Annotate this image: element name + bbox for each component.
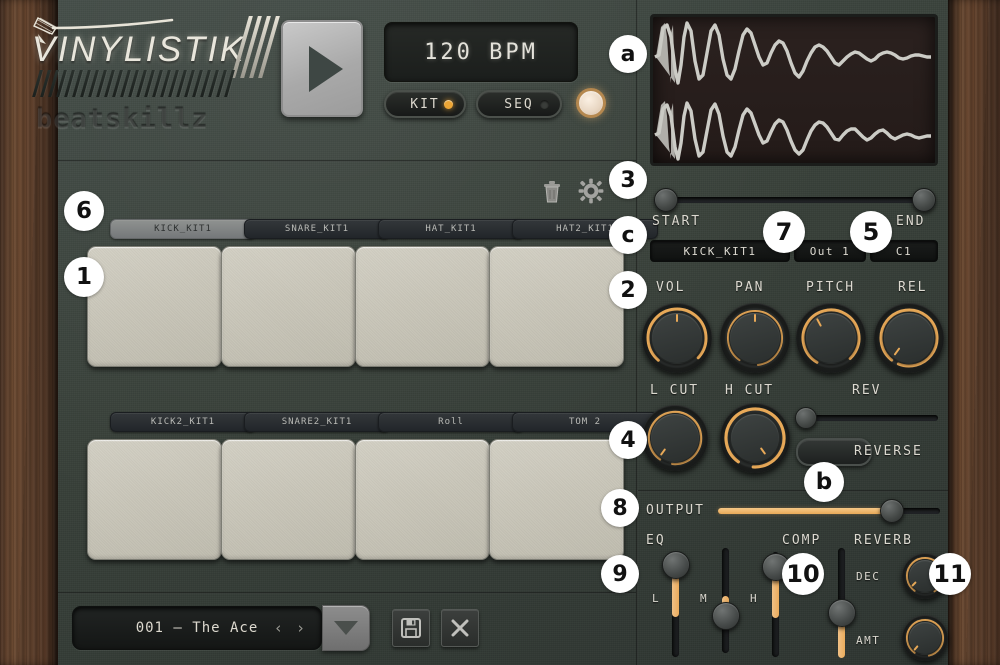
callout-badge-3: 3 (609, 161, 647, 199)
pad-4[interactable] (489, 246, 624, 367)
logo-slashes (240, 16, 271, 78)
chevron-down-icon (334, 621, 358, 635)
callout-badge-4: 4 (609, 421, 647, 459)
vol-knob[interactable] (642, 303, 712, 373)
waveform-display[interactable] (650, 14, 938, 166)
preset-dropdown-button[interactable] (322, 605, 370, 651)
callout-badge-2: 2 (609, 271, 647, 309)
eq-high-label: H (750, 592, 758, 605)
callout-badge-5: 5 (850, 211, 892, 253)
close-button[interactable] (441, 609, 479, 647)
callout-badge-8: 8 (601, 489, 639, 527)
pad-7[interactable] (355, 439, 490, 560)
header-divider (58, 160, 636, 162)
floppy-disk-icon (400, 617, 422, 639)
callout-badge-b: b (804, 462, 844, 502)
seq-mode-button[interactable]: SEQ (476, 90, 562, 118)
callout-badge-11: 11 (929, 553, 971, 595)
output-label: OUTPUT (646, 503, 705, 518)
preset-bar: 001 – The Ace ‹ › (72, 605, 479, 651)
play-icon (309, 46, 343, 92)
pad-label-7[interactable]: Roll (378, 412, 524, 432)
callout-badge-6: 6 (64, 191, 104, 231)
callout-badge-7: 7 (763, 211, 805, 253)
pad-label-5[interactable]: KICK2_KIT1 (110, 412, 256, 432)
hcut-label: H CUT (725, 383, 774, 398)
pitch-label: PITCH (806, 280, 855, 295)
rel-knob[interactable] (874, 303, 944, 373)
play-button[interactable] (281, 20, 363, 117)
vol-label: VOL (656, 280, 685, 295)
kit-led-icon (444, 100, 453, 109)
output-fill (718, 508, 894, 514)
pad-label-3[interactable]: HAT_KIT1 (378, 219, 524, 239)
comp-label: COMP (782, 533, 821, 548)
preset-name: 001 – The Ace (136, 620, 259, 636)
eq-label: EQ (646, 533, 666, 548)
output-handle[interactable] (880, 499, 904, 523)
pad-3[interactable] (355, 246, 490, 367)
callout-badge-a: a (609, 35, 647, 73)
preset-prev-next[interactable]: ‹ › (274, 619, 307, 637)
reverb-label: REVERB (854, 533, 913, 548)
eq-mid-handle[interactable] (712, 602, 740, 630)
logo-bars (36, 70, 231, 97)
eq-low-handle[interactable] (662, 551, 690, 579)
bpm-value: 120 BPM (424, 40, 538, 65)
hcut-knob[interactable] (720, 403, 790, 473)
lcut-knob[interactable] (642, 405, 708, 471)
lcut-label: L CUT (650, 383, 699, 398)
seq-led-icon (540, 100, 549, 109)
pad-1[interactable] (87, 246, 222, 367)
callout-badge-9: 9 (601, 555, 639, 593)
preset-field[interactable]: 001 – The Ace ‹ › (72, 606, 322, 650)
callout-badge-10: 10 (782, 553, 824, 595)
plugin-window: VINYLISTIK beatskillz 120 BPM KIT SEQ (0, 0, 1000, 665)
end-label: END (896, 214, 925, 229)
logo: VINYLISTIK beatskillz (12, 8, 282, 138)
save-button[interactable] (392, 609, 430, 647)
reverse-label: REVERSE (854, 444, 923, 459)
reverb-amt-label: AMT (856, 634, 880, 647)
rev-track (803, 415, 938, 421)
callout-badge-c: c (609, 216, 647, 254)
start-handle[interactable] (654, 188, 678, 212)
eq-low-label: L (652, 592, 660, 605)
brand-name: VINYLISTIK (32, 30, 246, 70)
seq-mode-label: SEQ (504, 97, 533, 112)
callout-badge-1: 1 (64, 257, 104, 297)
pan-knob[interactable] (720, 303, 790, 373)
reverb-amt-knob[interactable] (902, 615, 948, 661)
eq-mid-label: M (700, 592, 708, 605)
pad-5[interactable] (87, 439, 222, 560)
pad-label-1[interactable]: KICK_KIT1 (110, 219, 256, 239)
rel-label: REL (898, 280, 927, 295)
start-label: START (652, 214, 701, 229)
kit-mode-label: KIT (410, 97, 439, 112)
power-led-icon[interactable] (576, 88, 606, 118)
rev-handle[interactable] (795, 407, 817, 429)
pan-label: PAN (735, 280, 764, 295)
close-icon (449, 617, 471, 639)
bpm-display[interactable]: 120 BPM (384, 22, 578, 82)
pad-label-2[interactable]: SNARE_KIT1 (244, 219, 390, 239)
pitch-knob[interactable] (796, 303, 866, 373)
pad-6[interactable] (221, 439, 356, 560)
end-handle[interactable] (912, 188, 936, 212)
start-end-track (664, 197, 926, 203)
pad-label-6[interactable]: SNARE2_KIT1 (244, 412, 390, 432)
pad-2[interactable] (221, 246, 356, 367)
kit-mode-button[interactable]: KIT (384, 90, 466, 118)
sub-brand-name: beatskillz (36, 104, 209, 135)
rev-label: REV (852, 383, 881, 398)
pad-grid: KICK_KIT1 SNARE_KIT1 HAT_KIT1 HAT2_KIT1 … (12, 175, 626, 595)
reverb-dec-label: DEC (856, 570, 880, 583)
comp-handle[interactable] (828, 599, 856, 627)
